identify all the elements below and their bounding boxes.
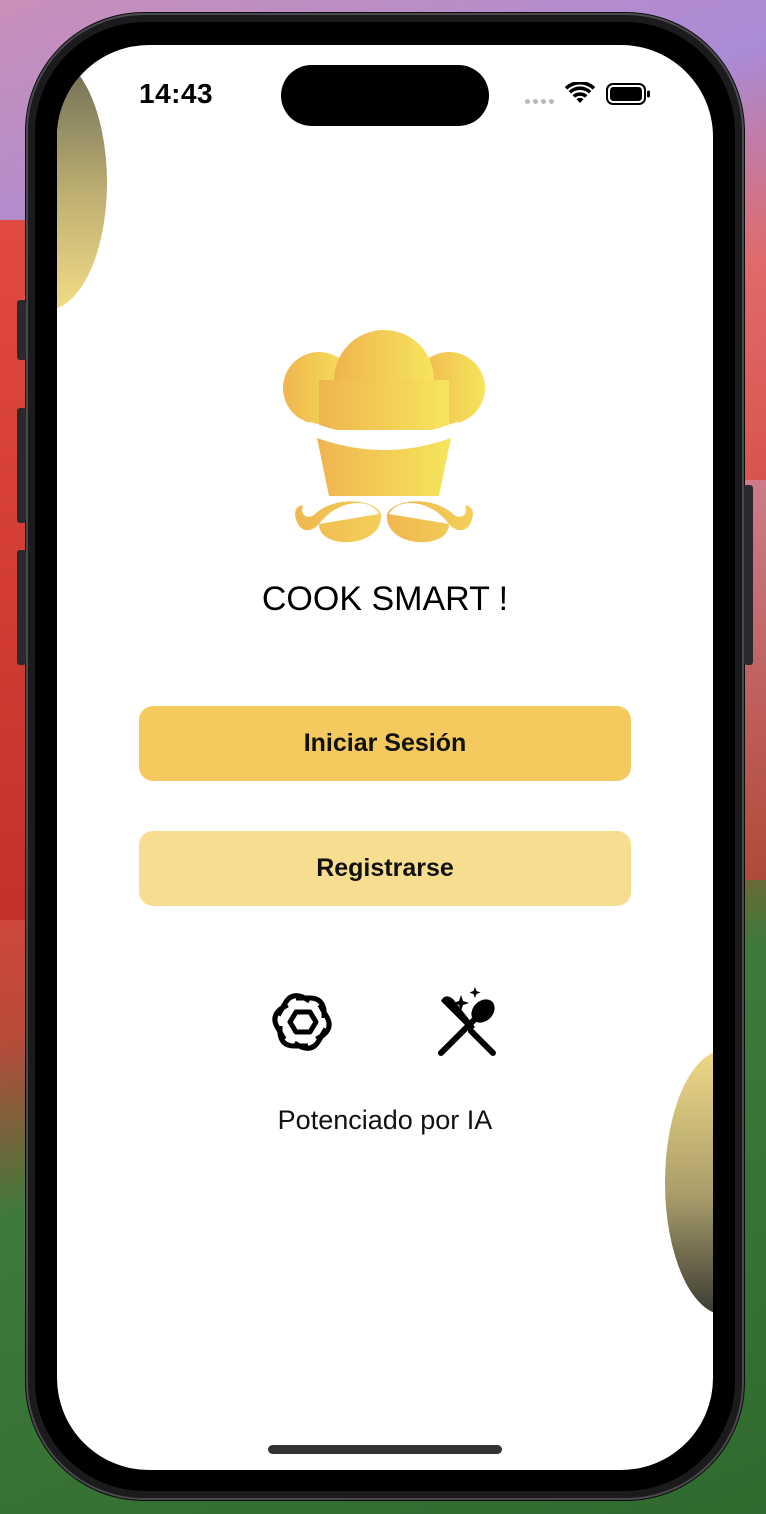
status-indicators	[525, 79, 665, 109]
powered-by-label: Potenciado por IA	[277, 1105, 493, 1135]
openai-logo-icon	[272, 993, 332, 1051]
volume-down-button	[17, 550, 26, 665]
decorative-blob-left	[57, 55, 107, 310]
app-title: COOK SMART !	[261, 580, 509, 618]
register-button[interactable]: Registrarse	[139, 831, 631, 906]
battery-icon	[606, 83, 650, 105]
ai-icons-row	[57, 985, 713, 1065]
signal-dots-icon	[525, 85, 554, 104]
decorative-blob-right	[665, 1050, 713, 1315]
status-time: 14:43	[139, 78, 214, 109]
utensils-sparkle-icon	[438, 987, 496, 1056]
app-screen: 14:43 COOK SMART ! Iniciar Sesión Regist…	[57, 45, 713, 1470]
volume-up-button	[17, 408, 26, 523]
action-button	[17, 300, 26, 360]
chef-hat-mustache-icon	[283, 330, 485, 543]
login-button[interactable]: Iniciar Sesión	[139, 706, 631, 781]
wifi-icon	[564, 82, 596, 103]
power-button	[744, 485, 753, 665]
home-indicator[interactable]	[268, 1445, 502, 1454]
dynamic-island	[281, 65, 489, 126]
